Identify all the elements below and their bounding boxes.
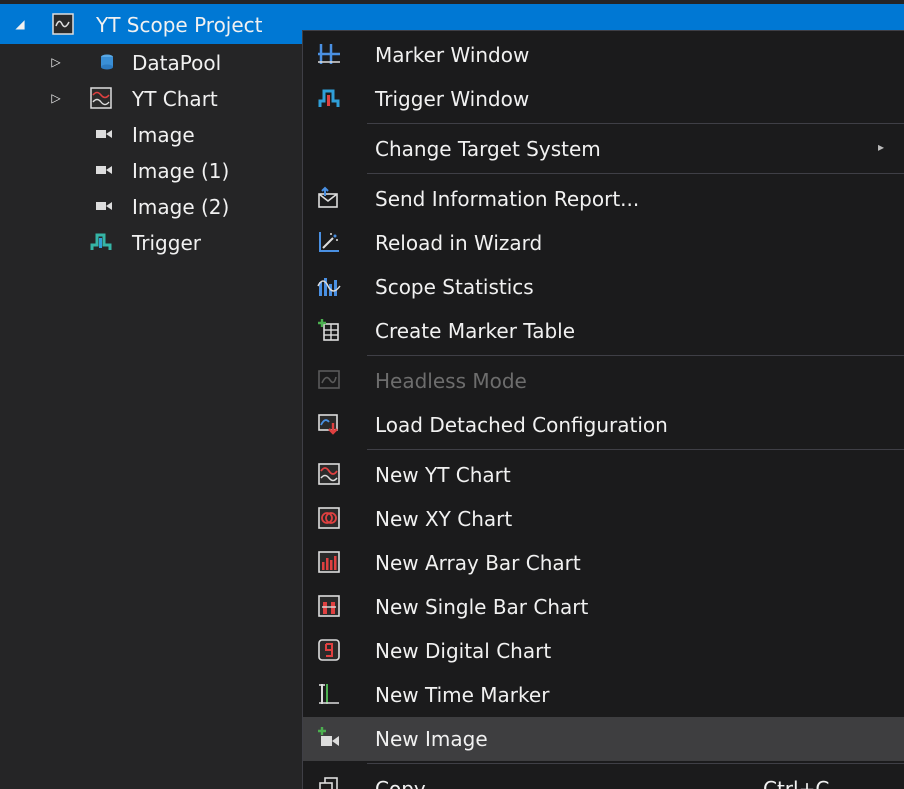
menu-item-new-xy-chart[interactable]: New XY Chart — [303, 497, 904, 541]
context-menu: Marker Window Trigger Window Change Targ… — [302, 30, 904, 789]
menu-item-label: Copy — [375, 777, 426, 789]
expand-arrow-icon[interactable]: ▷ — [50, 91, 62, 105]
tree-item-yt-chart[interactable]: ▷ YT Chart — [0, 80, 300, 116]
menu-item-label: New XY Chart — [375, 507, 513, 531]
scope-statistics-icon — [317, 278, 341, 296]
menu-item-label: New Digital Chart — [375, 639, 552, 663]
new-xy-chart-icon — [318, 507, 340, 529]
menu-item-copy[interactable]: Copy Ctrl+C — [303, 767, 904, 789]
menu-item-label: New Single Bar Chart — [375, 595, 589, 619]
menu-separator — [367, 355, 904, 356]
menu-item-label: Change Target System — [375, 137, 601, 161]
headless-mode-icon — [318, 370, 340, 389]
menu-item-change-target-system[interactable]: Change Target System ▸ — [303, 127, 904, 171]
datapool-icon — [101, 54, 113, 70]
menu-item-label: Trigger Window — [375, 87, 530, 111]
new-digital-chart-icon — [318, 639, 340, 661]
menu-item-reload-in-wizard[interactable]: Reload in Wizard — [303, 221, 904, 265]
tree-item-label: Trigger — [132, 231, 201, 255]
tree-item-label: Image — [132, 123, 195, 147]
menu-separator — [367, 763, 904, 764]
menu-item-trigger-window[interactable]: Trigger Window — [303, 77, 904, 121]
image-camera-icon — [96, 130, 112, 138]
menu-item-label: Load Detached Configuration — [375, 413, 668, 437]
menu-item-create-marker-table[interactable]: Create Marker Table — [303, 309, 904, 353]
reload-wizard-icon — [319, 232, 339, 252]
menu-item-new-single-bar-chart[interactable]: New Single Bar Chart — [303, 585, 904, 629]
new-array-bar-chart-icon — [318, 551, 340, 573]
tree-item-label: DataPool — [132, 51, 222, 75]
load-detached-config-icon — [318, 414, 338, 435]
expand-arrow-icon[interactable]: ▷ — [50, 55, 62, 69]
menu-item-label: Send Information Report... — [375, 187, 640, 211]
tree-item-image[interactable]: Image — [0, 116, 300, 152]
send-report-icon — [318, 186, 338, 208]
yt-chart-icon — [90, 87, 112, 109]
menu-item-new-image[interactable]: New Image — [303, 717, 904, 761]
tree-item-label: YT Scope Project — [96, 13, 263, 37]
create-marker-table-icon — [318, 319, 339, 341]
menu-item-new-time-marker[interactable]: New Time Marker — [303, 673, 904, 717]
menu-separator — [367, 449, 904, 450]
menu-item-label: New Time Marker — [375, 683, 550, 707]
marker-window-icon — [318, 44, 340, 64]
menu-item-label: New Image — [375, 727, 488, 751]
menu-item-marker-window[interactable]: Marker Window — [303, 33, 904, 77]
menu-item-label: Create Marker Table — [375, 319, 576, 343]
tree-item-label: YT Chart — [132, 87, 218, 111]
menu-item-new-array-bar-chart[interactable]: New Array Bar Chart — [303, 541, 904, 585]
image-camera-icon — [96, 166, 112, 174]
tree-item-trigger[interactable]: Trigger — [0, 224, 300, 260]
image-camera-icon — [96, 202, 112, 210]
menu-separator — [367, 173, 904, 174]
tree-item-image-2[interactable]: Image (2) — [0, 188, 300, 224]
menu-item-label: Headless Mode — [375, 369, 527, 393]
new-single-bar-chart-icon — [318, 595, 340, 617]
submenu-arrow-icon: ▸ — [878, 140, 885, 154]
collapse-arrow-icon[interactable]: ◢ — [14, 17, 26, 31]
trigger-icon — [90, 233, 112, 250]
menu-item-shortcut: Ctrl+C — [763, 777, 830, 789]
menu-item-load-detached-configuration[interactable]: Load Detached Configuration — [303, 403, 904, 447]
tree-item-label: Image (2) — [132, 195, 230, 219]
menu-item-send-information-report[interactable]: Send Information Report... — [303, 177, 904, 221]
tree-item-datapool[interactable]: ▷ DataPool — [0, 44, 300, 80]
menu-item-new-digital-chart[interactable]: New Digital Chart — [303, 629, 904, 673]
new-time-marker-icon — [319, 684, 339, 704]
trigger-window-icon — [318, 89, 340, 107]
copy-icon — [319, 777, 338, 789]
menu-item-headless-mode: Headless Mode — [303, 359, 904, 403]
scope-project-icon — [52, 13, 74, 35]
menu-item-new-yt-chart[interactable]: New YT Chart — [303, 453, 904, 497]
tree-item-label: Image (1) — [132, 159, 230, 183]
menu-item-label: Marker Window — [375, 43, 530, 67]
tree-item-image-1[interactable]: Image (1) — [0, 152, 300, 188]
menu-item-label: New Array Bar Chart — [375, 551, 581, 575]
new-image-icon — [318, 727, 339, 746]
menu-item-scope-statistics[interactable]: Scope Statistics — [303, 265, 904, 309]
menu-item-label: Scope Statistics — [375, 275, 534, 299]
menu-item-label: Reload in Wizard — [375, 231, 543, 255]
menu-separator — [367, 123, 904, 124]
menu-item-label: New YT Chart — [375, 463, 511, 487]
new-yt-chart-icon — [318, 463, 340, 485]
